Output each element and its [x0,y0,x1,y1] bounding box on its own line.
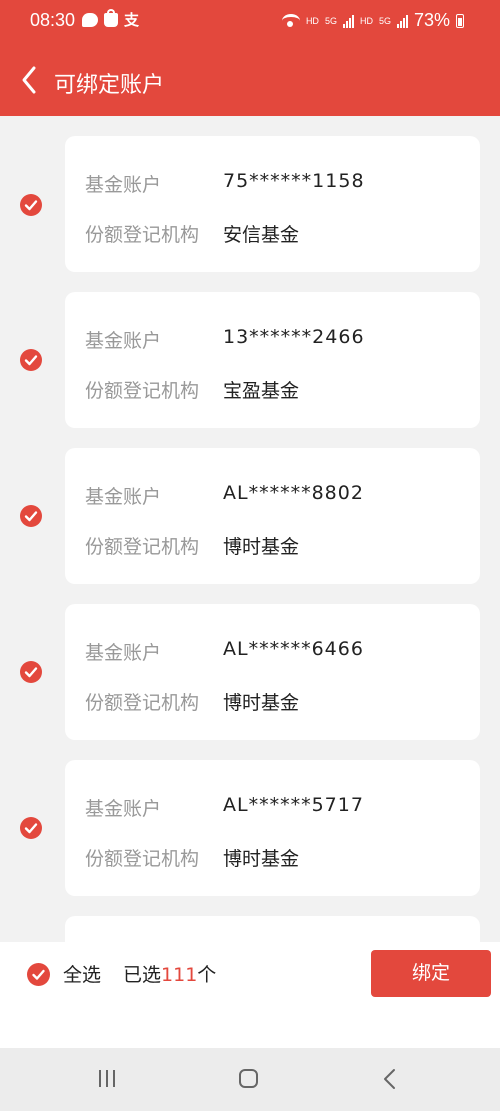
status-bar: 08:30 支 HD 5G HD 5G 73% [0,0,500,44]
notification-icons: 支 [82,9,140,29]
hd-label-1: HD [305,15,319,26]
selected-suffix: 个 [197,964,217,986]
registrar-name: 安信基金 [223,224,300,246]
account-row: 基金账户 AL******6466 份额登记机构 博时基金 [0,604,500,740]
registrar-label: 份额登记机构 [85,692,200,714]
select-all-label[interactable]: 全选 [63,963,101,987]
account-row: 基金账户 AL******5717 份额登记机构 博时基金 [0,760,500,896]
selected-prefix: 已选 [123,964,162,986]
account-card[interactable]: 基金账户 AL******8802 份额登记机构 博时基金 [65,448,480,584]
selected-count-text: 已选111个 [123,963,216,987]
check-icon [24,823,38,834]
account-card[interactable]: 基金账户 13******2466 份额登记机构 宝盈基金 [65,292,480,428]
registrar-name: 博时基金 [223,692,300,714]
account-card[interactable]: 基金账户 75******1158 份额登记机构 安信基金 [65,136,480,272]
back-icon[interactable] [381,1068,399,1094]
network-label-1: 5G [324,15,337,26]
account-number: AL******5717 [223,794,364,816]
account-label: 基金账户 [85,330,162,352]
registrar-label: 份额登记机构 [85,536,200,558]
chevron-left-icon [22,66,36,94]
account-row: 基金账户 13******2466 份额登记机构 宝盈基金 [0,292,500,428]
system-icons: HD 5G HD 5G 73% [281,10,464,31]
account-row: 基金账户 AL******8802 份额登记机构 博时基金 [0,448,500,584]
account-number: AL******6466 [223,638,364,660]
check-icon [24,667,38,678]
battery-percent: 73% [413,10,450,30]
back-button[interactable] [14,62,50,98]
account-checkbox[interactable] [20,194,42,216]
network-label-2: 5G [378,15,391,26]
account-row: 基金账户 75******1158 份额登记机构 安信基金 [0,136,500,272]
hd-label-2: HD [359,15,373,26]
account-checkbox[interactable] [20,817,42,839]
battery-icon [456,13,464,28]
registrar-name: 宝盈基金 [223,380,300,402]
account-label: 基金账户 [85,642,162,664]
selected-count: 111 [161,964,198,986]
signal-icon-2 [396,14,408,28]
account-label: 基金账户 [85,486,162,508]
page-title: 可绑定账户 [54,73,165,98]
account-card[interactable]: 基金账户 AL******6466 份额登记机构 博时基金 [65,604,480,740]
app-header: 可绑定账户 [0,44,500,116]
select-all-checkbox[interactable] [27,963,50,986]
wifi-icon [281,13,300,28]
account-card-partial[interactable] [65,916,480,942]
check-icon [24,511,38,522]
registrar-label: 份额登记机构 [85,848,200,870]
bind-button[interactable]: 绑定 [371,950,491,997]
recent-apps-icon[interactable] [99,1070,115,1087]
registrar-name: 博时基金 [223,848,300,870]
check-icon [24,355,38,366]
account-number: 13******2466 [223,326,365,348]
chat-bubble-icon [82,13,98,27]
registrar-label: 份额登记机构 [85,224,200,246]
account-checkbox[interactable] [20,661,42,683]
registrar-label: 份额登记机构 [85,380,200,402]
account-label: 基金账户 [85,174,162,196]
registrar-name: 博时基金 [223,536,300,558]
account-label: 基金账户 [85,798,162,820]
shopping-bag-icon [104,9,118,27]
account-number: AL******8802 [223,482,364,504]
account-checkbox[interactable] [20,349,42,371]
account-card[interactable]: 基金账户 AL******5717 份额登记机构 博时基金 [65,760,480,896]
bottom-action-bar: 全选 已选111个 绑定 [0,942,500,1048]
home-icon[interactable] [239,1069,258,1088]
alipay-icon: 支 [124,11,140,29]
system-nav-bar [0,1048,500,1111]
account-list[interactable]: 基金账户 75******1158 份额登记机构 安信基金 基金账户 13***… [0,116,500,942]
signal-icon-1 [342,14,354,28]
check-icon [24,200,38,211]
account-checkbox[interactable] [20,505,42,527]
status-time: 08:30 [30,10,76,30]
check-icon [32,969,45,980]
account-number: 75******1158 [223,170,365,192]
